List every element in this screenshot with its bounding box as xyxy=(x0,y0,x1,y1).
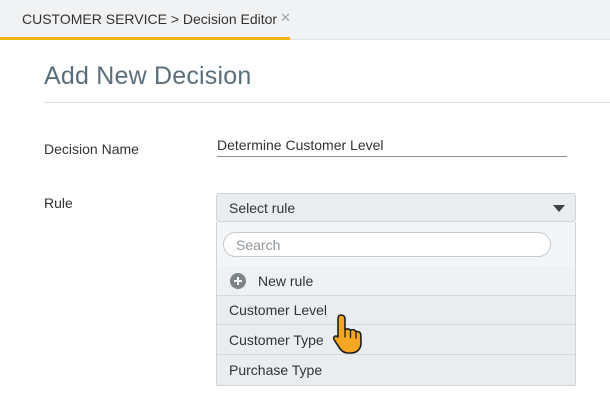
new-rule-option[interactable]: New rule xyxy=(217,267,575,296)
rule-option-label: Purchase Type xyxy=(229,361,323,378)
decision-name-input[interactable] xyxy=(217,134,567,157)
page-title: Add New Decision xyxy=(44,62,252,90)
dropdown-search-area xyxy=(217,222,575,268)
hand-pointer-icon xyxy=(332,314,362,354)
rule-search-input[interactable] xyxy=(223,232,551,257)
chevron-down-icon[interactable] xyxy=(553,205,565,212)
title-divider xyxy=(44,102,610,103)
tab-decision-editor[interactable]: CUSTOMER SERVICE > Decision Editor xyxy=(0,0,290,40)
rule-select[interactable]: Select rule xyxy=(216,193,576,222)
tab-label: CUSTOMER SERVICE > Decision Editor xyxy=(22,10,278,27)
rule-option-customer-type[interactable]: Customer Type xyxy=(217,326,575,355)
rule-option-customer-level[interactable]: Customer Level xyxy=(217,296,575,325)
plus-circle-icon xyxy=(230,273,246,289)
rule-option-purchase-type[interactable]: Purchase Type xyxy=(217,355,575,384)
rule-label: Rule xyxy=(44,195,73,211)
new-rule-label: New rule xyxy=(258,273,314,289)
tab-bar: CUSTOMER SERVICE > Decision Editor ✕ xyxy=(0,0,610,40)
decision-editor-page: CUSTOMER SERVICE > Decision Editor ✕ Add… xyxy=(0,0,610,405)
rule-dropdown-panel: New rule Customer Level Customer Type Pu… xyxy=(216,222,576,386)
decision-name-label: Decision Name xyxy=(44,141,139,157)
rule-select-value: Select rule xyxy=(229,199,296,216)
rule-option-label: Customer Type xyxy=(229,332,324,348)
rule-option-label: Customer Level xyxy=(229,302,328,318)
close-icon[interactable]: ✕ xyxy=(280,10,291,26)
